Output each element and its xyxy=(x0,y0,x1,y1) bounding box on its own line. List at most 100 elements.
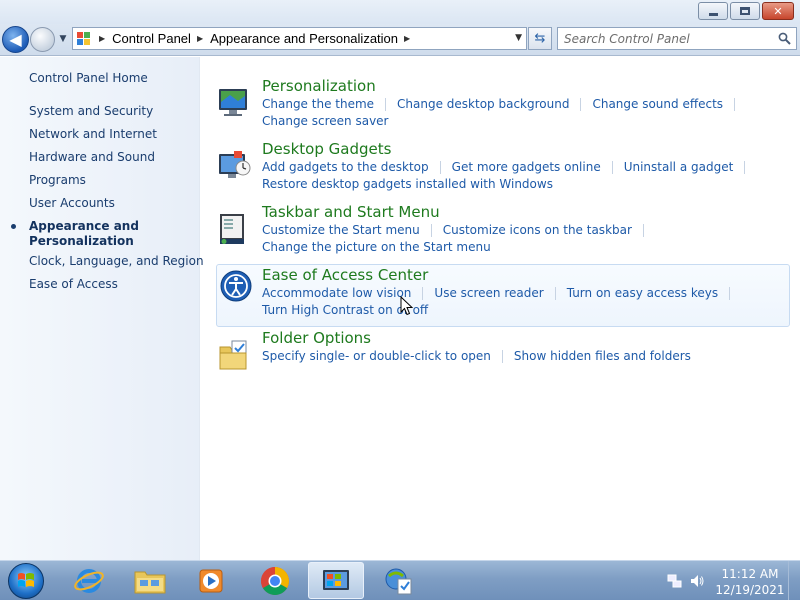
folder-options-icon xyxy=(219,340,247,370)
start-button[interactable] xyxy=(8,563,44,599)
sidebar-item-network-internet[interactable]: Network and Internet xyxy=(29,127,157,141)
show-desktop-button[interactable] xyxy=(788,561,800,600)
taskbar-media-player[interactable] xyxy=(183,562,239,599)
link-restore-gadgets[interactable]: Restore desktop gadgets installed with W… xyxy=(262,177,553,191)
section-personalization: Personalization Change the theme Change … xyxy=(216,75,790,138)
back-button[interactable]: ◀ xyxy=(2,26,29,53)
link-row: Add gadgets to the desktop Get more gadg… xyxy=(262,160,756,174)
taskbar-windows-explorer[interactable] xyxy=(122,562,178,599)
taskbar-control-panel[interactable] xyxy=(308,562,364,599)
link-show-hidden-files[interactable]: Show hidden files and folders xyxy=(514,349,691,363)
forward-button[interactable] xyxy=(30,27,55,52)
breadcrumb-control-panel[interactable]: Control Panel xyxy=(112,31,191,46)
link-add-gadgets[interactable]: Add gadgets to the desktop xyxy=(262,160,429,174)
control-panel-icon xyxy=(323,569,349,590)
link-separator xyxy=(422,287,424,300)
sidebar-item-user-accounts[interactable]: User Accounts xyxy=(29,196,115,210)
link-use-screen-reader[interactable]: Use screen reader xyxy=(434,286,543,300)
sidebar-item-programs[interactable]: Programs xyxy=(29,173,86,187)
clock-time[interactable]: 11:12 AM xyxy=(715,567,785,581)
link-uninstall-gadget[interactable]: Uninstall a gadget xyxy=(624,160,734,174)
taskbar-action-center[interactable] xyxy=(371,562,427,599)
address-dropdown-icon[interactable]: ▼ xyxy=(515,33,522,43)
network-icon[interactable] xyxy=(667,573,683,589)
volume-icon[interactable] xyxy=(689,573,705,589)
link-customize-start-menu[interactable]: Customize the Start menu xyxy=(262,223,420,237)
sidebar-item-system-security[interactable]: System and Security xyxy=(29,104,153,118)
refresh-button[interactable]: ⇆ xyxy=(528,27,552,50)
section-title-ease-of-access-center[interactable]: Ease of Access Center xyxy=(262,266,428,284)
link-separator xyxy=(642,224,644,237)
breadcrumb-separator-icon[interactable]: ▶ xyxy=(99,34,105,43)
control-panel-icon xyxy=(77,31,93,46)
action-center-icon xyxy=(385,568,412,594)
link-separator xyxy=(439,161,441,174)
window-title-bar: ✕ xyxy=(0,0,800,24)
link-change-start-menu-picture[interactable]: Change the picture on the Start menu xyxy=(262,240,491,254)
section-ease-of-access-center: Ease of Access Center Accommodate low vi… xyxy=(216,264,790,327)
windows-explorer-icon xyxy=(134,571,166,593)
window-controls: ✕ xyxy=(696,2,794,20)
taskbar-internet-explorer[interactable] xyxy=(61,562,117,599)
search-icon[interactable] xyxy=(778,32,791,45)
address-bar[interactable]: ▶ Control Panel ▶ Appearance and Persona… xyxy=(72,27,527,50)
link-separator xyxy=(744,161,746,174)
link-change-sound-effects[interactable]: Change sound effects xyxy=(592,97,723,111)
close-icon: ✕ xyxy=(773,4,783,18)
link-row: Specify single- or double-click to open … xyxy=(262,349,691,363)
sidebar-item-ease-of-access[interactable]: Ease of Access xyxy=(29,277,118,291)
internet-explorer-icon xyxy=(74,568,104,593)
sidebar-item-clock-language-region[interactable]: Clock, Language, and Region xyxy=(29,254,204,268)
taskbar: 11:12 AM 12/19/2021 xyxy=(0,560,800,600)
recent-pages-button[interactable]: ▼ xyxy=(57,32,69,46)
link-separator xyxy=(385,98,387,111)
sidebar-item-control-panel-home[interactable]: Control Panel Home xyxy=(29,71,148,85)
back-arrow-icon: ◀ xyxy=(9,30,22,49)
link-row: Restore desktop gadgets installed with W… xyxy=(262,177,553,191)
link-separator xyxy=(729,287,731,300)
section-title-taskbar-start-menu[interactable]: Taskbar and Start Menu xyxy=(262,203,440,221)
taskbar-chrome[interactable] xyxy=(247,562,303,599)
current-item-bullet-icon xyxy=(11,224,16,229)
link-turn-on-easy-access-keys[interactable]: Turn on easy access keys xyxy=(567,286,718,300)
system-tray: 11:12 AM 12/19/2021 xyxy=(665,561,800,600)
link-separator xyxy=(554,287,556,300)
section-folder-options: Folder Options Specify single- or double… xyxy=(216,327,790,390)
section-title-personalization[interactable]: Personalization xyxy=(262,77,376,95)
search-box[interactable] xyxy=(557,27,797,50)
sidebar-item-hardware-sound[interactable]: Hardware and Sound xyxy=(29,150,155,164)
link-single-double-click[interactable]: Specify single- or double-click to open xyxy=(262,349,491,363)
link-separator xyxy=(430,224,432,237)
section-desktop-gadgets: Desktop Gadgets Add gadgets to the deskt… xyxy=(216,138,790,201)
link-separator xyxy=(734,98,736,111)
link-row: Change screen saver xyxy=(262,114,389,128)
section-taskbar-start-menu: Taskbar and Start Menu Customize the Sta… xyxy=(216,201,790,264)
section-title-desktop-gadgets[interactable]: Desktop Gadgets xyxy=(262,140,391,158)
link-row: Change the picture on the Start menu xyxy=(262,240,491,254)
link-separator xyxy=(580,98,582,111)
link-customize-taskbar-icons[interactable]: Customize icons on the taskbar xyxy=(443,223,632,237)
link-row: Customize the Start menu Customize icons… xyxy=(262,223,655,237)
link-row: Accommodate low vision Use screen reader… xyxy=(262,286,741,300)
link-row: Change the theme Change desktop backgrou… xyxy=(262,97,746,111)
taskbar-icon xyxy=(220,214,244,244)
breadcrumb-separator-icon[interactable]: ▶ xyxy=(404,34,410,43)
navigation-bar: ◀ ▼ ▶ Control Panel ▶ Appearance and Per… xyxy=(0,24,800,56)
maximize-button[interactable] xyxy=(730,2,760,20)
breadcrumb-separator-icon[interactable]: ▶ xyxy=(197,34,203,43)
refresh-icon: ⇆ xyxy=(534,31,546,46)
chrome-icon xyxy=(261,566,289,595)
maximize-icon xyxy=(740,7,750,15)
clock-date[interactable]: 12/19/2021 xyxy=(715,583,785,597)
monitor-desktop-icon xyxy=(219,89,247,116)
link-change-screen-saver[interactable]: Change screen saver xyxy=(262,114,389,128)
section-title-folder-options[interactable]: Folder Options xyxy=(262,329,371,347)
close-button[interactable]: ✕ xyxy=(762,2,794,20)
breadcrumb-appearance-personalization[interactable]: Appearance and Personalization xyxy=(210,31,398,46)
link-change-desktop-background[interactable]: Change desktop background xyxy=(397,97,569,111)
search-input[interactable] xyxy=(558,28,768,49)
minimize-button[interactable] xyxy=(698,2,728,20)
link-get-more-gadgets[interactable]: Get more gadgets online xyxy=(452,160,601,174)
link-change-theme[interactable]: Change the theme xyxy=(262,97,374,111)
link-accommodate-low-vision[interactable]: Accommodate low vision xyxy=(262,286,411,300)
